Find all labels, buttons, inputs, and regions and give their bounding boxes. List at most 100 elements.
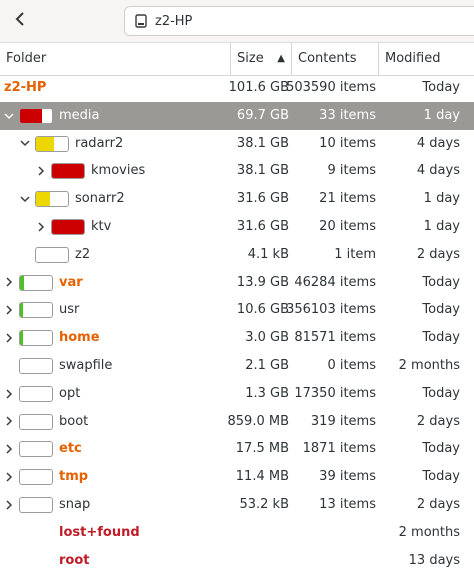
tree-row[interactable]: snap 53.2 kB 13 items 2 days xyxy=(0,491,474,519)
path-bar[interactable]: z2-HP xyxy=(124,6,474,36)
tree-row[interactable]: media 69.7 GB 33 items 1 day xyxy=(0,101,474,130)
contents-cell: 0 items xyxy=(327,357,376,373)
folder-name: lost+found xyxy=(59,524,140,540)
drive-icon xyxy=(135,14,147,28)
folder-name: z2-HP xyxy=(4,80,47,95)
modified-cell: 2 days xyxy=(416,496,460,512)
tree-row[interactable]: kmovies 38.1 GB 9 items 4 days xyxy=(0,157,474,185)
size-cell: 38.1 GB xyxy=(236,135,289,151)
modified-cell: 1 day xyxy=(423,218,460,234)
path-label: z2-HP xyxy=(155,13,193,29)
size-cell: 17.5 MB xyxy=(235,441,289,457)
tree-row[interactable]: radarr2 38.1 GB 10 items 4 days xyxy=(0,130,474,158)
column-contents[interactable]: Contents xyxy=(292,43,379,75)
modified-cell: Today xyxy=(422,330,460,346)
contents-cell: 9 items xyxy=(327,163,376,179)
size-cell: 13.9 GB xyxy=(236,274,289,290)
folder-name: z2 xyxy=(75,246,91,262)
folder-name: ktv xyxy=(91,218,112,234)
modified-cell: Today xyxy=(422,274,460,290)
modified-cell: Today xyxy=(422,302,460,318)
usage-bar xyxy=(19,385,53,402)
usage-bar xyxy=(35,246,69,263)
folder-name: root xyxy=(59,552,90,568)
modified-cell: 2 months xyxy=(398,524,460,540)
chevron-down-icon[interactable] xyxy=(18,130,32,158)
usage-bar xyxy=(35,135,69,152)
chevron-right-icon[interactable] xyxy=(34,157,48,185)
chevron-down-icon[interactable] xyxy=(18,185,32,213)
tree-row[interactable]: lost+found 2 months xyxy=(0,519,474,547)
column-folder[interactable]: Folder xyxy=(0,43,231,75)
usage-bar-fill xyxy=(20,275,25,290)
usage-bar-fill xyxy=(52,219,84,234)
column-size-label: Size xyxy=(237,51,264,66)
modified-cell: Today xyxy=(422,441,460,457)
folder-name: home xyxy=(59,330,100,346)
column-size[interactable]: Size ▲ xyxy=(231,43,292,75)
chevron-right-icon[interactable] xyxy=(2,324,16,352)
folder-name: media xyxy=(59,107,100,123)
modified-cell: Today xyxy=(422,80,460,95)
size-cell: 31.6 GB xyxy=(236,218,289,234)
tree-row[interactable]: var 13.9 GB 46284 items Today xyxy=(0,269,474,297)
usage-bar xyxy=(19,413,53,430)
chevron-right-icon[interactable] xyxy=(2,380,16,408)
folder-name: swapfile xyxy=(59,357,113,373)
modified-cell: 1 day xyxy=(423,107,460,123)
usage-bar-fill xyxy=(36,192,51,207)
modified-cell: Today xyxy=(422,469,460,485)
usage-bar-fill xyxy=(20,303,24,318)
contents-cell: 33 items xyxy=(319,107,376,123)
tree-row[interactable]: boot 859.0 MB 319 items 2 days xyxy=(0,408,474,436)
usage-bar-fill xyxy=(20,108,43,123)
modified-cell: 2 days xyxy=(416,413,460,429)
chevron-right-icon[interactable] xyxy=(2,463,16,491)
size-cell: 69.7 GB xyxy=(236,107,289,123)
usage-bar xyxy=(19,107,53,124)
size-cell: 3.0 GB xyxy=(245,330,289,346)
size-cell: 10.6 GB xyxy=(236,302,289,318)
usage-bar xyxy=(19,441,53,458)
tree-row[interactable]: usr 10.6 GB 356103 items Today xyxy=(0,296,474,324)
chevron-right-icon[interactable] xyxy=(2,491,16,519)
chevron-right-icon[interactable] xyxy=(2,269,16,297)
tree-row[interactable]: z2 4.1 kB 1 item 2 days xyxy=(0,241,474,269)
chevron-right-icon[interactable] xyxy=(2,408,16,436)
back-button[interactable] xyxy=(6,6,36,36)
tree-row[interactable]: root 13 days xyxy=(0,547,474,575)
tree-row[interactable]: home 3.0 GB 81571 items Today xyxy=(0,324,474,352)
column-modified[interactable]: Modified xyxy=(379,43,474,75)
tree-row[interactable]: ktv 31.6 GB 20 items 1 day xyxy=(0,213,474,241)
usage-bar xyxy=(19,302,53,319)
chevron-left-icon xyxy=(15,12,27,30)
size-cell: 53.2 kB xyxy=(239,496,289,512)
chevron-down-icon[interactable] xyxy=(2,102,16,130)
usage-bar xyxy=(19,274,53,291)
contents-cell: 356103 items xyxy=(286,302,376,318)
contents-cell: 39 items xyxy=(319,469,376,485)
tree-row[interactable]: tmp 11.4 MB 39 items Today xyxy=(0,463,474,491)
contents-cell: 20 items xyxy=(319,218,376,234)
folder-name: snap xyxy=(59,496,91,512)
usage-bar xyxy=(19,496,53,513)
tree-row[interactable]: etc 17.5 MB 1871 items Today xyxy=(0,435,474,463)
size-cell: 2.1 GB xyxy=(245,357,289,373)
tree-row[interactable]: swapfile 2.1 GB 0 items 2 months xyxy=(0,352,474,380)
contents-cell: 81571 items xyxy=(294,330,376,346)
modified-cell: Today xyxy=(422,385,460,401)
usage-bar xyxy=(19,469,53,486)
size-cell: 31.6 GB xyxy=(236,191,289,207)
folder-tree: z2-HP 101.6 GB 503590 items Today media 69.7 … xyxy=(0,74,474,574)
tree-row[interactable]: opt 1.3 GB 17350 items Today xyxy=(0,380,474,408)
folder-name: radarr2 xyxy=(75,135,124,151)
folder-name: boot xyxy=(59,413,89,429)
tree-row[interactable]: z2-HP 101.6 GB 503590 items Today xyxy=(0,74,474,102)
contents-cell: 319 items xyxy=(310,413,376,429)
chevron-right-icon[interactable] xyxy=(2,296,16,324)
chevron-right-icon[interactable] xyxy=(2,435,16,463)
modified-cell: 2 months xyxy=(398,357,460,373)
usage-bar-fill xyxy=(36,136,54,151)
chevron-right-icon[interactable] xyxy=(34,213,48,241)
tree-row[interactable]: sonarr2 31.6 GB 21 items 1 day xyxy=(0,185,474,213)
